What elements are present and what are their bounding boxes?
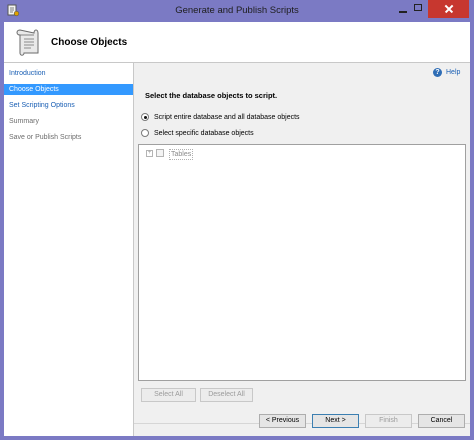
next-button[interactable]: Next > (312, 414, 359, 428)
help-label: Help (446, 69, 461, 76)
radio-label: Script entire database and all database … (154, 114, 300, 121)
nav-item-set-scripting-options[interactable]: Set Scripting Options (4, 100, 133, 111)
page-title: Choose Objects (51, 37, 128, 48)
previous-button[interactable]: < Previous (259, 414, 306, 428)
tables-checkbox[interactable] (156, 149, 164, 157)
deselect-all-button[interactable]: Deselect All (200, 388, 253, 402)
minimize-button[interactable] (395, 0, 410, 18)
objects-tree[interactable]: + Tables (138, 144, 466, 381)
maximize-button[interactable] (410, 0, 427, 18)
nav-item-choose-objects[interactable]: Choose Objects (4, 84, 133, 95)
close-button[interactable] (428, 0, 469, 18)
radio-entire-database[interactable] (141, 113, 149, 121)
scroll-script-icon (16, 29, 39, 56)
tree-node-tables[interactable]: Tables (169, 149, 194, 160)
cancel-button[interactable]: Cancel (418, 414, 465, 428)
title-bar[interactable]: Generate and Publish Scripts (0, 0, 474, 22)
select-all-button[interactable]: Select All (141, 388, 196, 402)
radio-label: Select specific database objects (154, 130, 254, 137)
main-heading: Select the database objects to script. (145, 91, 278, 100)
dialog-client-area: Choose Objects Introduction Choose Objec… (4, 22, 470, 436)
help-icon: ? (433, 68, 442, 77)
nav-item-summary: Summary (9, 118, 39, 125)
expand-icon[interactable]: + (146, 150, 153, 157)
dialog-window: Generate and Publish Scripts Choose Obje… (0, 0, 474, 440)
nav-item-save-or-publish-scripts: Save or Publish Scripts (9, 134, 82, 141)
wizard-header: Choose Objects (4, 22, 470, 63)
finish-button[interactable]: Finish (365, 414, 412, 428)
nav-item-introduction[interactable]: Introduction (4, 68, 133, 79)
wizard-steps-panel: Introduction Choose Objects Set Scriptin… (4, 63, 134, 436)
radio-specific-objects[interactable] (141, 129, 149, 137)
